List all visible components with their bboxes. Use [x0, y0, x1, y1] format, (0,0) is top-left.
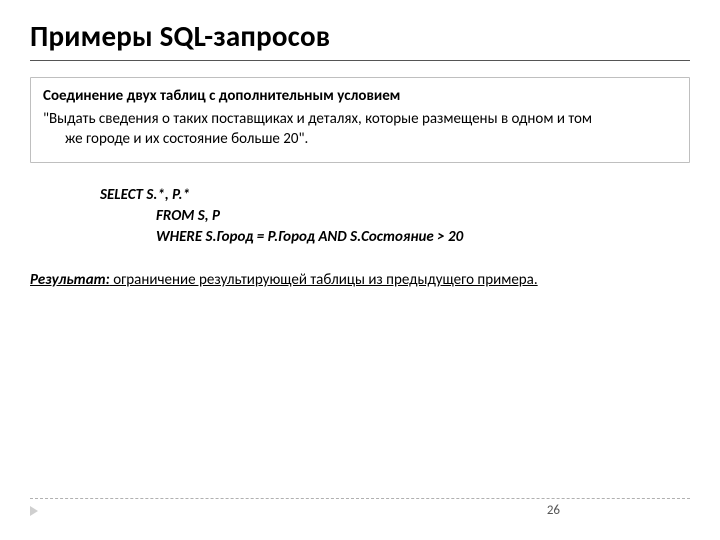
example-description: "Выдать сведения о таких поставщиках и д… — [43, 109, 677, 150]
page-number: 26 — [547, 503, 560, 518]
result-label: Результат: — [30, 271, 110, 289]
example-legend: Соединение двух таблиц с дополнительным … — [43, 87, 404, 105]
code-line-3: WHERE S.Город = P.Город AND S.Состояние … — [100, 227, 690, 248]
desc-line2: же городе и их состояние больше 20". — [43, 129, 677, 149]
sql-code: SELECT S.*, P.* FROM S, P WHERE S.Город … — [100, 185, 690, 248]
slide-title: Примеры SQL-запросов — [30, 18, 690, 54]
result-line: Результат: ограничение результирующей та… — [30, 270, 690, 290]
example-box: Соединение двух таблиц с дополнительным … — [30, 77, 690, 163]
slide-footer: 26 — [30, 498, 690, 518]
desc-line1: "Выдать сведения о таких поставщиках и д… — [43, 110, 592, 128]
footer-divider — [30, 498, 690, 499]
bullet-marker-icon — [30, 506, 38, 516]
title-divider — [30, 60, 690, 61]
code-line-1: SELECT S.*, P.* — [100, 185, 690, 206]
result-text: ограничение результирующей таблицы из пр… — [110, 271, 538, 289]
code-line-2: FROM S, P — [100, 206, 690, 227]
